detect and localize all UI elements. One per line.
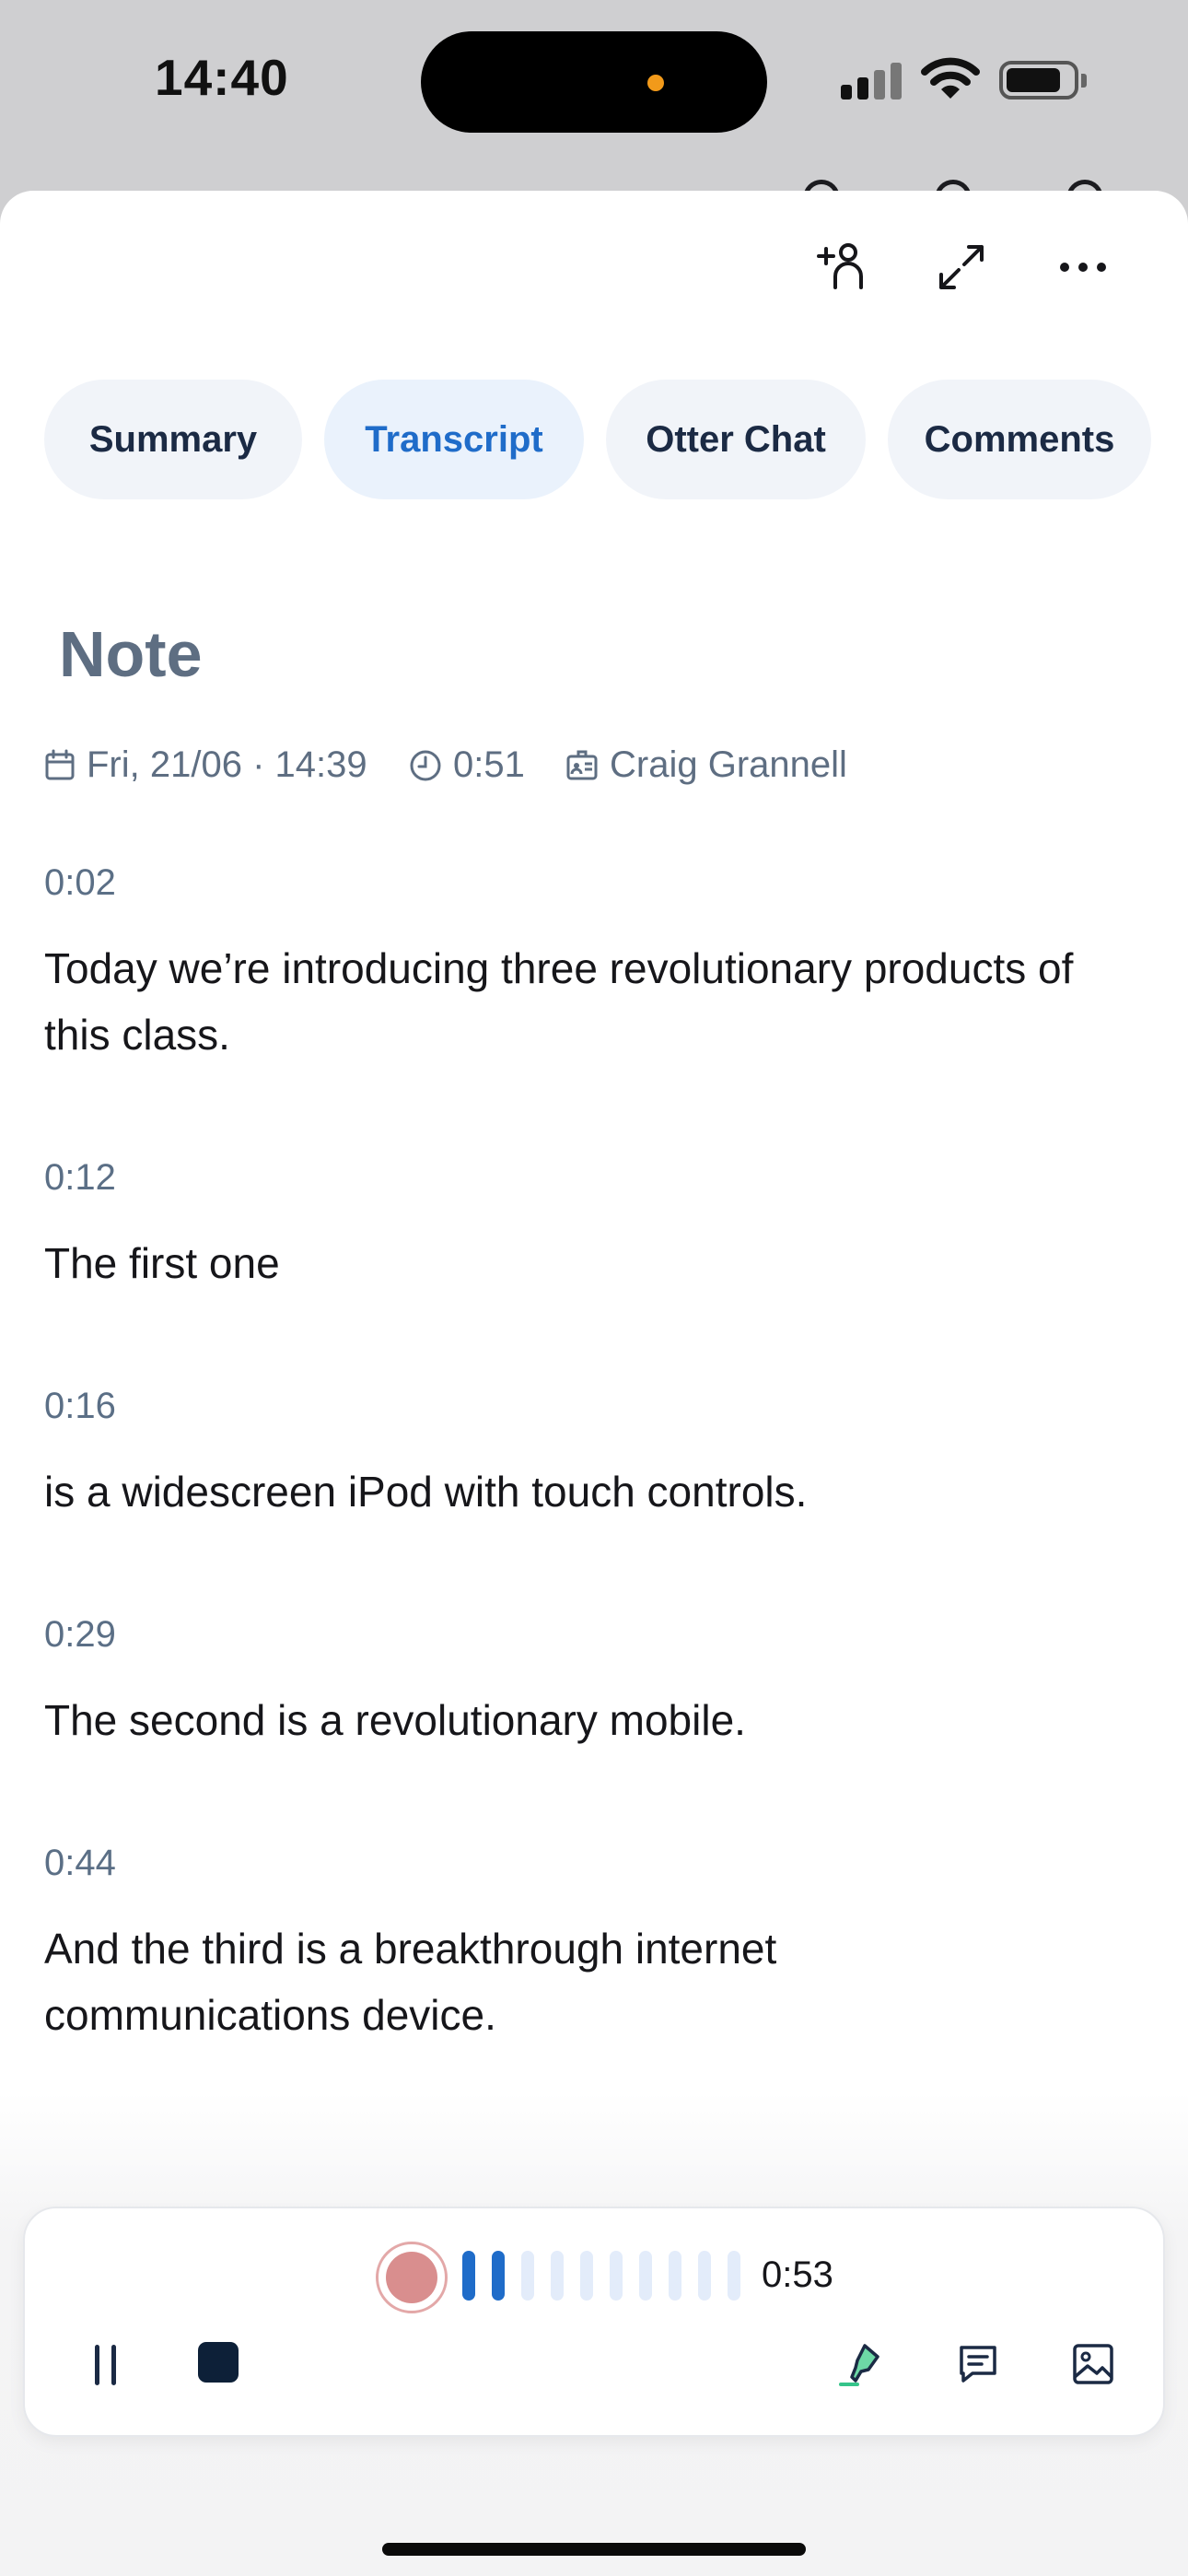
expand-icon (939, 245, 984, 289)
meta-duration-text: 0:51 (453, 744, 525, 785)
recording-indicator-icon (386, 2252, 437, 2303)
comment-icon (960, 2346, 996, 2383)
segment-timestamp[interactable]: 0:16 (44, 1386, 1149, 1427)
tab-otter-chat[interactable]: Otter Chat (606, 380, 866, 499)
privacy-indicator-dot (647, 75, 664, 91)
audio-level-bar (728, 2251, 740, 2301)
meta-owner: Craig Grannell (565, 744, 847, 786)
recording-player: 0:53 (23, 2207, 1165, 2437)
audio-level-bar (639, 2251, 652, 2301)
cellular-signal-icon (841, 61, 903, 100)
calendar-icon (45, 749, 75, 779)
add-comment-button[interactable] (946, 2332, 1010, 2396)
highlight-button[interactable] (831, 2332, 895, 2396)
transcript-segment[interactable]: 0:16 is a widescreen iPod with touch con… (44, 1386, 1149, 1525)
segment-text: The second is a revolutionary mobile. (44, 1696, 746, 1744)
audio-level-bar (521, 2251, 534, 2301)
add-image-button[interactable] (1061, 2332, 1125, 2396)
audio-level-bar (610, 2251, 623, 2301)
segment-text: The first one (44, 1239, 280, 1287)
elapsed-time: 0:53 (762, 2254, 833, 2295)
status-bar: 14:40 (0, 0, 1188, 198)
audio-level-bar (462, 2251, 475, 2301)
meta-date-text: Fri, 21/06 · 14:39 (87, 744, 367, 785)
segment-timestamp[interactable]: 0:44 (44, 1843, 965, 1884)
audio-level-bar (580, 2251, 593, 2301)
meta-duration: 0:51 (409, 744, 525, 786)
pause-button[interactable] (87, 2345, 124, 2391)
share-add-person-button[interactable] (809, 235, 873, 299)
transcript-segment[interactable]: 0:29 The second is a revolutionary mobil… (44, 1614, 1149, 1753)
note-tabs: Summary Transcript Otter Chat Comments (44, 380, 1159, 499)
dynamic-island (421, 31, 767, 133)
audio-level-bar (492, 2251, 505, 2301)
transcript-segment[interactable]: 0:44 And the third is a breakthrough int… (44, 1843, 965, 2048)
image-icon (1073, 2344, 1113, 2384)
audio-level-bar (698, 2251, 711, 2301)
clock-icon (410, 750, 441, 780)
pause-icon (95, 2345, 99, 2385)
audio-level-bar (669, 2251, 681, 2301)
tab-transcript[interactable]: Transcript (324, 380, 584, 499)
owner-badge-icon (566, 750, 598, 779)
more-icon (1060, 263, 1106, 272)
battery-icon (999, 61, 1078, 100)
meta-date: Fri, 21/06 · 14:39 (44, 744, 367, 786)
note-title[interactable]: Note (59, 617, 203, 691)
segment-timestamp[interactable]: 0:02 (44, 862, 1149, 904)
audio-level-bar (551, 2251, 564, 2301)
segment-text: Today we’re introducing three revolution… (44, 944, 1074, 1059)
segment-timestamp[interactable]: 0:29 (44, 1614, 1149, 1656)
tab-comments[interactable]: Comments (888, 380, 1151, 499)
expand-button[interactable] (929, 235, 994, 299)
add-person-icon (817, 243, 863, 289)
more-options-button[interactable] (1051, 235, 1115, 299)
battery-cap (1081, 74, 1087, 88)
tab-summary[interactable]: Summary (44, 380, 302, 499)
transcript-segment[interactable]: 0:02 Today we’re introducing three revol… (44, 862, 1149, 1068)
pause-icon-bar (111, 2345, 116, 2385)
highlighter-icon (839, 2344, 879, 2386)
status-time: 14:40 (155, 49, 289, 106)
home-indicator (382, 2543, 806, 2556)
wifi-icon (921, 57, 980, 99)
meta-owner-text: Craig Grannell (610, 744, 847, 785)
segment-timestamp[interactable]: 0:12 (44, 1157, 1149, 1199)
stop-button[interactable] (198, 2342, 239, 2383)
segment-text: is a widescreen iPod with touch controls… (44, 1468, 808, 1516)
segment-text: And the third is a breakthrough internet… (44, 1925, 777, 2039)
transcript-segment[interactable]: 0:12 The first one (44, 1157, 1149, 1296)
